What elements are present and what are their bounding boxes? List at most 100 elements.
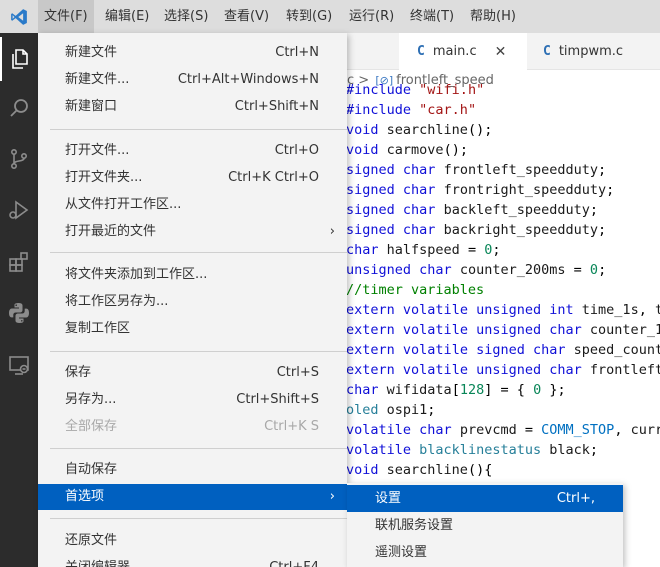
code-line: char wifidata[128] = { 0 }; xyxy=(346,382,566,398)
file-menu: 新建文件 Ctrl+N 新建文件... Ctrl+Alt+Windows+N 新… xyxy=(38,33,347,567)
code-line: signed char frontleft_speedduty; xyxy=(346,162,607,178)
code-line: oled ospi1; xyxy=(346,402,436,418)
menu-item-shortcut: Ctrl+Shift+N xyxy=(234,99,319,114)
menu-item-add-folder-to-workspace[interactable]: 将文件夹添加到工作区... xyxy=(38,262,347,288)
extensions-icon[interactable] xyxy=(0,240,38,284)
menu-edit[interactable]: 编辑(E) xyxy=(99,0,155,33)
menu-item-auto-save[interactable]: 自动保存 xyxy=(38,457,347,483)
menu-item-revert-file[interactable]: 还原文件 xyxy=(38,528,347,554)
menu-item-open-folder[interactable]: 打开文件夹... Ctrl+K Ctrl+O xyxy=(38,165,347,191)
explorer-icon[interactable] xyxy=(0,37,38,81)
menu-item-shortcut: Ctrl+, xyxy=(556,491,595,506)
code-line: void searchline(); xyxy=(346,122,493,138)
submenu-item-telemetry-settings[interactable]: 遥测设置 xyxy=(347,539,623,566)
menu-item-label: 从文件打开工作区... xyxy=(65,197,182,212)
menu-file[interactable]: 文件(F) xyxy=(38,0,94,33)
menu-item-save-all: 全部保存 Ctrl+K S xyxy=(38,414,347,440)
menu-item-label: 首选项 xyxy=(65,489,105,504)
menu-item-save-workspace-as[interactable]: 将工作区另存为... xyxy=(38,289,347,315)
menu-item-label: 新建文件... xyxy=(65,72,130,87)
menu-view[interactable]: 查看(V) xyxy=(218,0,275,33)
menu-item-label: 新建文件 xyxy=(65,45,118,60)
code-line: volatile char prevcmd = COMM_STOP, curr xyxy=(346,422,660,438)
menu-item-shortcut: Ctrl+Shift+S xyxy=(236,392,319,407)
search-icon[interactable] xyxy=(0,86,38,130)
code-line: unsigned char counter_200ms = 0; xyxy=(346,262,607,278)
vscode-window: C main.c ✕ C timpwm.c c > [⊘] frontleft_s… xyxy=(0,0,660,567)
code-line: extern volatile signed char speed_count xyxy=(346,342,660,358)
menu-item-label: 复制工作区 xyxy=(65,321,131,336)
code-line: //timer variables xyxy=(346,282,485,298)
submenu-item-settings[interactable]: 设置 Ctrl+, xyxy=(347,485,623,512)
menu-item-open-file[interactable]: 打开文件... Ctrl+O xyxy=(38,138,347,164)
tab-main-c[interactable]: C main.c ✕ xyxy=(399,33,527,70)
menu-item-label: 保存 xyxy=(65,365,92,380)
menu-item-label: 打开最近的文件 xyxy=(65,224,157,239)
menu-item-label: 联机服务设置 xyxy=(375,518,454,533)
menu-item-close-editor[interactable]: 关闭编辑器 Ctrl+F4 xyxy=(38,555,347,567)
code-line: extern volatile unsigned char counter_1 xyxy=(346,322,660,338)
chevron-right-icon: › xyxy=(329,489,335,504)
source-control-icon[interactable] xyxy=(0,137,38,181)
menu-item-label: 将工作区另存为... xyxy=(65,294,169,309)
tab-label: timpwm.c xyxy=(558,44,624,59)
editor-tab-bar: C main.c ✕ C timpwm.c xyxy=(347,33,660,70)
menu-item-new-file-ellipsis[interactable]: 新建文件... Ctrl+Alt+Windows+N xyxy=(38,67,347,93)
run-debug-icon[interactable] xyxy=(0,188,38,232)
remote-explorer-icon[interactable] xyxy=(0,343,38,387)
menu-run[interactable]: 运行(R) xyxy=(343,0,400,33)
c-file-icon: C xyxy=(543,44,551,59)
menu-item-shortcut: Ctrl+Alt+Windows+N xyxy=(177,72,319,87)
tab-timpwm-c[interactable]: C timpwm.c xyxy=(527,33,660,70)
menu-item-label: 还原文件 xyxy=(65,533,118,548)
close-icon[interactable]: ✕ xyxy=(495,44,507,60)
menu-item-open-workspace[interactable]: 从文件打开工作区... xyxy=(38,192,347,218)
code-line: #include "wifi.h" xyxy=(346,82,485,98)
menu-item-new-file[interactable]: 新建文件 Ctrl+N xyxy=(38,40,347,66)
code-line: extern volatile unsigned int time_1s, t xyxy=(346,302,660,318)
menu-item-label: 遥测设置 xyxy=(375,545,428,560)
code-line: signed char frontright_speedduty; xyxy=(346,182,615,198)
menu-item-shortcut: Ctrl+K Ctrl+O xyxy=(228,170,319,185)
code-line: void searchline(){ xyxy=(346,462,493,478)
menu-separator xyxy=(50,351,347,352)
menu-item-shortcut: Ctrl+O xyxy=(274,143,319,158)
menu-item-open-recent[interactable]: 打开最近的文件 › xyxy=(38,219,347,245)
menu-item-preferences[interactable]: 首选项 › xyxy=(38,484,347,510)
menu-separator xyxy=(50,448,347,449)
code-line: signed char backright_speedduty; xyxy=(346,222,607,238)
menu-item-shortcut: Ctrl+K S xyxy=(264,419,319,434)
menu-item-shortcut: Ctrl+S xyxy=(276,365,319,380)
menu-terminal[interactable]: 终端(T) xyxy=(404,0,460,33)
menu-item-label: 关闭编辑器 xyxy=(65,555,130,567)
chevron-right-icon: › xyxy=(329,224,335,239)
vscode-logo-icon xyxy=(0,0,38,33)
python-icon[interactable] xyxy=(0,291,38,335)
code-line: #include "car.h" xyxy=(346,102,477,118)
submenu-item-online-services-settings[interactable]: 联机服务设置 xyxy=(347,512,623,539)
menu-item-label: 将文件夹添加到工作区... xyxy=(65,267,208,282)
menu-item-label: 打开文件... xyxy=(65,143,130,158)
c-file-icon: C xyxy=(417,44,425,59)
menu-item-save[interactable]: 保存 Ctrl+S xyxy=(38,360,347,386)
menu-item-label: 全部保存 xyxy=(65,419,118,434)
menu-separator xyxy=(50,129,347,130)
menu-bar: 文件(F) 编辑(E) 选择(S) 查看(V) 转到(G) 运行(R) 终端(T… xyxy=(0,0,660,33)
menu-help[interactable]: 帮助(H) xyxy=(464,0,522,33)
code-line: signed char backleft_speedduty; xyxy=(346,202,599,218)
menu-item-shortcut: Ctrl+N xyxy=(275,45,319,60)
menu-separator xyxy=(50,252,347,253)
menu-separator xyxy=(50,518,347,519)
menu-item-shortcut: Ctrl+F4 xyxy=(269,555,319,567)
menu-selection[interactable]: 选择(S) xyxy=(158,0,214,33)
menu-item-save-as[interactable]: 另存为... Ctrl+Shift+S xyxy=(38,387,347,413)
menu-item-duplicate-workspace[interactable]: 复制工作区 xyxy=(38,316,347,342)
menu-go[interactable]: 转到(G) xyxy=(280,0,338,33)
menu-item-new-window[interactable]: 新建窗口 Ctrl+Shift+N xyxy=(38,94,347,120)
menu-item-label: 设置 xyxy=(375,491,402,506)
code-line: void carmove(); xyxy=(346,142,468,158)
menu-item-label: 自动保存 xyxy=(65,462,118,477)
menu-item-label: 新建窗口 xyxy=(65,99,118,114)
code-line: extern volatile unsigned char frontleft xyxy=(346,362,660,378)
code-line: volatile blacklinestatus black; xyxy=(346,442,599,458)
